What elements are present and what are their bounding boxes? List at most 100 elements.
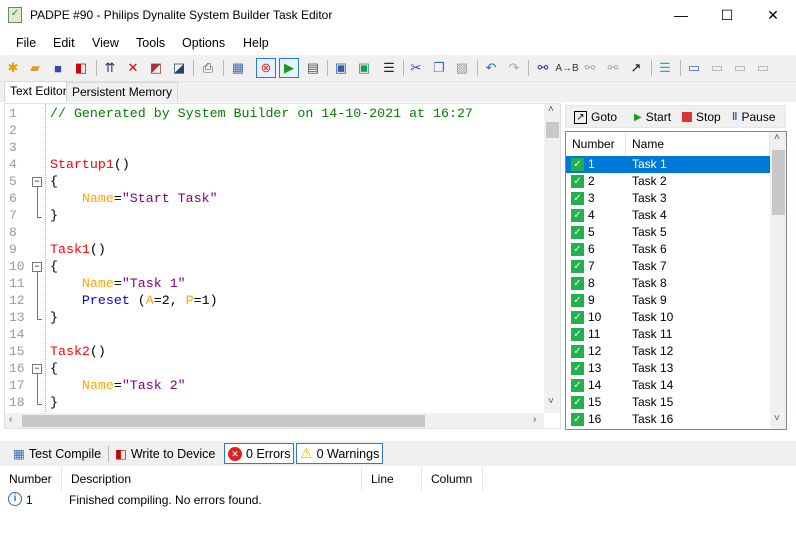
check-icon[interactable]: ✓ (571, 209, 584, 222)
scroll-down-icon[interactable]: ˅ (548, 396, 554, 407)
fold-toggle-icon[interactable]: − (32, 364, 42, 374)
column-header-number[interactable]: Number (0, 467, 62, 491)
test-compile-icon[interactable]: ▦ (228, 58, 248, 78)
indent-icon[interactable]: ☰ (655, 58, 675, 78)
menu-view[interactable]: View (92, 36, 119, 50)
task-row[interactable]: ✓ 1 Task 1 (566, 156, 770, 173)
stop-task-icon[interactable]: ⊗ (256, 58, 276, 78)
undo-icon[interactable]: ↶ (481, 58, 501, 78)
task-row[interactable]: ✓ 12 Task 12 (566, 343, 770, 360)
task-row[interactable]: ✓ 16 Task 16 (566, 411, 770, 428)
menu-help[interactable]: Help (243, 36, 269, 50)
bubble-right-icon[interactable]: ▭ (707, 58, 727, 78)
pause-button[interactable]: ‖ Pause (732, 110, 776, 124)
open-folder-icon[interactable]: ▰ (25, 58, 45, 78)
editor-horizontal-scrollbar[interactable]: ‹ › (5, 413, 544, 428)
check-icon[interactable]: ✓ (571, 243, 584, 256)
check-icon[interactable]: ✓ (571, 294, 584, 307)
scroll-up-icon[interactable]: ˄ (774, 132, 780, 143)
start-button[interactable]: ▶ Start (634, 110, 671, 124)
task-list-scrollbar[interactable]: ˄ ˅ (770, 132, 786, 429)
find-next-icon[interactable]: ⚯ (580, 58, 600, 78)
editor-vertical-scrollbar[interactable]: ˄ ˅ (544, 104, 560, 413)
check-icon[interactable]: ✓ (571, 175, 584, 188)
column-header-line[interactable]: Line (362, 467, 422, 491)
compile-results-list[interactable]: Number Description Line Column i 1 Finis… (0, 467, 796, 555)
copy-icon[interactable]: ❐ (429, 58, 449, 78)
task-row[interactable]: ✓ 2 Task 2 (566, 173, 770, 190)
scroll-down-icon[interactable]: ˅ (774, 413, 780, 424)
check-icon[interactable]: ✓ (571, 260, 584, 273)
scroll-thumb[interactable] (546, 122, 559, 138)
test-compile-button[interactable]: ▦ Test Compile (10, 443, 104, 464)
check-icon[interactable]: ✓ (571, 396, 584, 409)
new-file-icon[interactable]: ✱ (3, 58, 23, 78)
scroll-left-icon[interactable]: ‹ (9, 414, 12, 425)
tab-text-editor[interactable]: Text Editor (4, 81, 73, 102)
bubble-remove-icon[interactable]: ▭ (753, 58, 773, 78)
column-header-number[interactable]: Number (566, 132, 626, 156)
bubble-left-icon[interactable]: ▭ (730, 58, 750, 78)
cut-icon[interactable]: ✂ (406, 58, 426, 78)
task-row[interactable]: ✓ 11 Task 11 (566, 326, 770, 343)
check-icon[interactable]: ✓ (571, 362, 584, 375)
paste-icon[interactable]: ▨ (452, 58, 472, 78)
device-green-icon[interactable]: ▣ (354, 58, 374, 78)
menu-tools[interactable]: Tools (136, 36, 165, 50)
tab-persistent-memory[interactable]: Persistent Memory (66, 82, 179, 102)
save-icon[interactable]: ■ (48, 58, 68, 78)
warnings-button[interactable]: ⚠ 0 Warnings (296, 443, 384, 464)
task-list-icon[interactable]: ▤ (303, 58, 323, 78)
check-icon[interactable]: ✓ (571, 379, 584, 392)
check-icon[interactable]: ✓ (571, 345, 584, 358)
list-icon[interactable]: ☰ (379, 58, 399, 78)
maximize-button[interactable]: ☐ (704, 0, 750, 30)
device-upload-icon[interactable]: ⇈ (100, 58, 120, 78)
redo-icon[interactable]: ↷ (504, 58, 524, 78)
copy-device-icon[interactable]: ◩ (146, 58, 166, 78)
task-row[interactable]: ✓ 3 Task 3 (566, 190, 770, 207)
fold-toggle-icon[interactable]: − (32, 262, 42, 272)
replace-icon[interactable]: A→B (555, 58, 578, 78)
goto-button[interactable]: ↗ Goto (574, 110, 617, 124)
task-row[interactable]: ✓ 4 Task 4 (566, 207, 770, 224)
comment-icon[interactable]: ▭ (684, 58, 704, 78)
print-icon[interactable]: ⎙ (198, 58, 218, 78)
menu-edit[interactable]: Edit (53, 36, 75, 50)
device-icon[interactable]: ▣ (331, 58, 351, 78)
column-header-description[interactable]: Description (62, 467, 362, 491)
delete-icon[interactable]: ✕ (123, 58, 143, 78)
scroll-up-icon[interactable]: ˄ (548, 104, 554, 115)
close-button[interactable]: ✕ (750, 0, 796, 30)
start-task-icon[interactable]: ▶ (279, 58, 299, 78)
task-row[interactable]: ✓ 7 Task 7 (566, 258, 770, 275)
minimize-button[interactable]: — (658, 0, 704, 30)
task-row[interactable]: ✓ 15 Task 15 (566, 394, 770, 411)
scroll-thumb[interactable] (22, 415, 425, 427)
menu-options[interactable]: Options (182, 36, 225, 50)
column-header-name[interactable]: Name (626, 132, 770, 156)
scroll-right-icon[interactable]: › (533, 414, 536, 425)
check-icon[interactable]: ✓ (571, 277, 584, 290)
task-row[interactable]: ✓ 13 Task 13 (566, 360, 770, 377)
task-row[interactable]: ✓ 14 Task 14 (566, 377, 770, 394)
find-prev-icon[interactable]: ⚯ (603, 58, 623, 78)
stop-button[interactable]: Stop (682, 110, 721, 124)
goto-icon[interactable]: ↗ (626, 58, 646, 78)
task-row[interactable]: ✓ 8 Task 8 (566, 275, 770, 292)
menu-file[interactable]: File (16, 36, 36, 50)
check-icon[interactable]: ✓ (571, 158, 584, 171)
task-row[interactable]: ✓ 6 Task 6 (566, 241, 770, 258)
find-icon[interactable]: ⚯ (533, 58, 553, 78)
task-list[interactable]: Number Name ✓ 1 Task 1 ✓ 2 Task 2 ✓ 3 Task 3 ✓ 4 Ta… (565, 131, 787, 430)
write-device-icon[interactable]: ◧ (71, 58, 91, 78)
scroll-thumb[interactable] (772, 150, 785, 215)
task-row[interactable]: ✓ 10 Task 10 (566, 309, 770, 326)
task-row[interactable]: ✓ 5 Task 5 (566, 224, 770, 241)
fold-toggle-icon[interactable]: − (32, 177, 42, 187)
write-to-device-button[interactable]: ◧ Write to Device (112, 443, 218, 464)
check-icon[interactable]: ✓ (571, 413, 584, 426)
column-header-column[interactable]: Column (422, 467, 483, 491)
result-row[interactable]: i 1 Finished compiling. No errors found. (0, 491, 796, 509)
errors-button[interactable]: ✕ 0 Errors (224, 443, 295, 464)
